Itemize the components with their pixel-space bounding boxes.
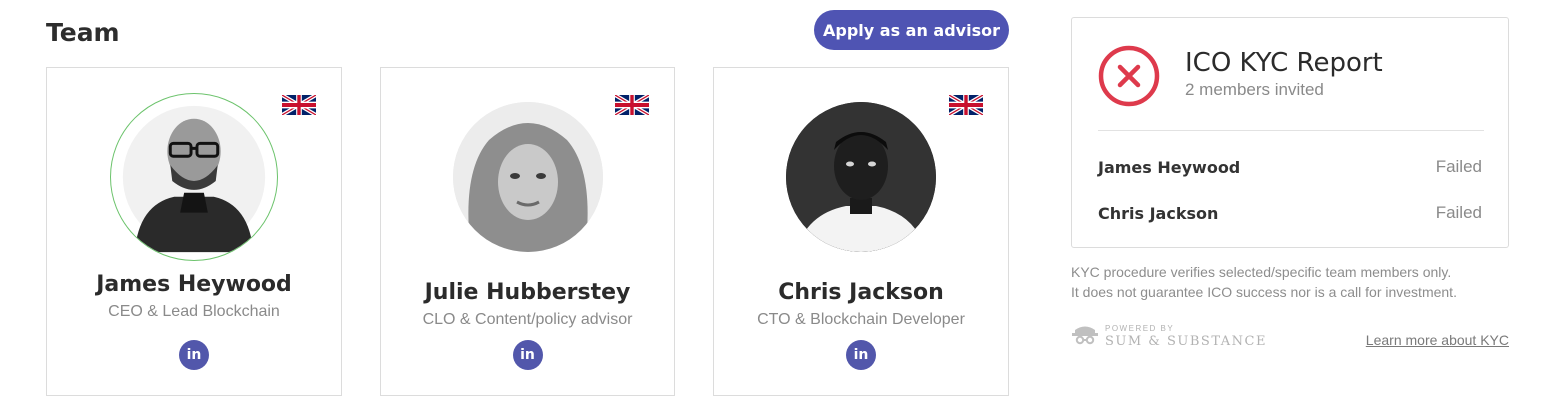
x-circle-icon [1098, 45, 1160, 107]
disclaimer-line: KYC procedure verifies selected/specific… [1071, 264, 1452, 280]
linkedin-icon[interactable]: in [512, 340, 543, 370]
kyc-report-title: ICO KYC Report [1185, 48, 1383, 78]
avatar [786, 102, 936, 252]
member-name: Chris Jackson [778, 280, 944, 305]
kyc-member-name: James Heywood [1098, 157, 1241, 177]
linkedin-icon[interactable]: in [846, 340, 876, 370]
powered-by-label: POWERED BY [1105, 323, 1175, 333]
kyc-report-panel: ICO KYC Report 2 members invited James H… [1071, 17, 1509, 248]
team-heading: Team [46, 18, 120, 47]
uk-flag-icon [949, 95, 983, 115]
kyc-member-row: James Heywood Failed [1098, 155, 1482, 179]
avatar [110, 93, 278, 261]
learn-more-kyc-link[interactable]: Learn more about KYC [1366, 332, 1509, 348]
avatar [452, 102, 603, 252]
member-role: CEO & Lead Blockchain [108, 303, 280, 320]
team-member-card: Chris Jackson CTO & Blockchain Developer… [713, 67, 1009, 396]
divider [1098, 130, 1484, 131]
member-name: James Heywood [96, 272, 292, 297]
uk-flag-icon [282, 95, 316, 115]
kyc-report-subtitle: 2 members invited [1185, 80, 1324, 99]
kyc-member-name: Chris Jackson [1098, 203, 1219, 223]
uk-flag-icon [615, 95, 649, 115]
kyc-status: Failed [1435, 203, 1482, 222]
team-member-card: Julie Hubberstey CLO & Content/policy ad… [380, 67, 675, 396]
kyc-member-row: Chris Jackson Failed [1098, 201, 1482, 225]
kyc-status: Failed [1435, 157, 1482, 176]
sumsub-logo-icon [1072, 326, 1098, 345]
disclaimer-line: It does not guarantee ICO success nor is… [1071, 284, 1457, 300]
team-member-card: James Heywood CEO & Lead Blockchain in [46, 67, 342, 396]
member-name: Julie Hubberstey [424, 280, 631, 305]
powered-by-logo: POWERED BY SUM & SUBSTANCE [1071, 324, 1267, 348]
member-role: CTO & Blockchain Developer [757, 311, 965, 328]
kyc-disclaimer: KYC procedure verifies selected/specific… [1071, 262, 1521, 302]
provider-name: SUM & SUBSTANCE [1105, 333, 1267, 349]
apply-advisor-button[interactable]: Apply as an advisor [814, 10, 1009, 50]
linkedin-icon[interactable]: in [179, 340, 209, 370]
member-role: CLO & Content/policy advisor [422, 311, 633, 328]
